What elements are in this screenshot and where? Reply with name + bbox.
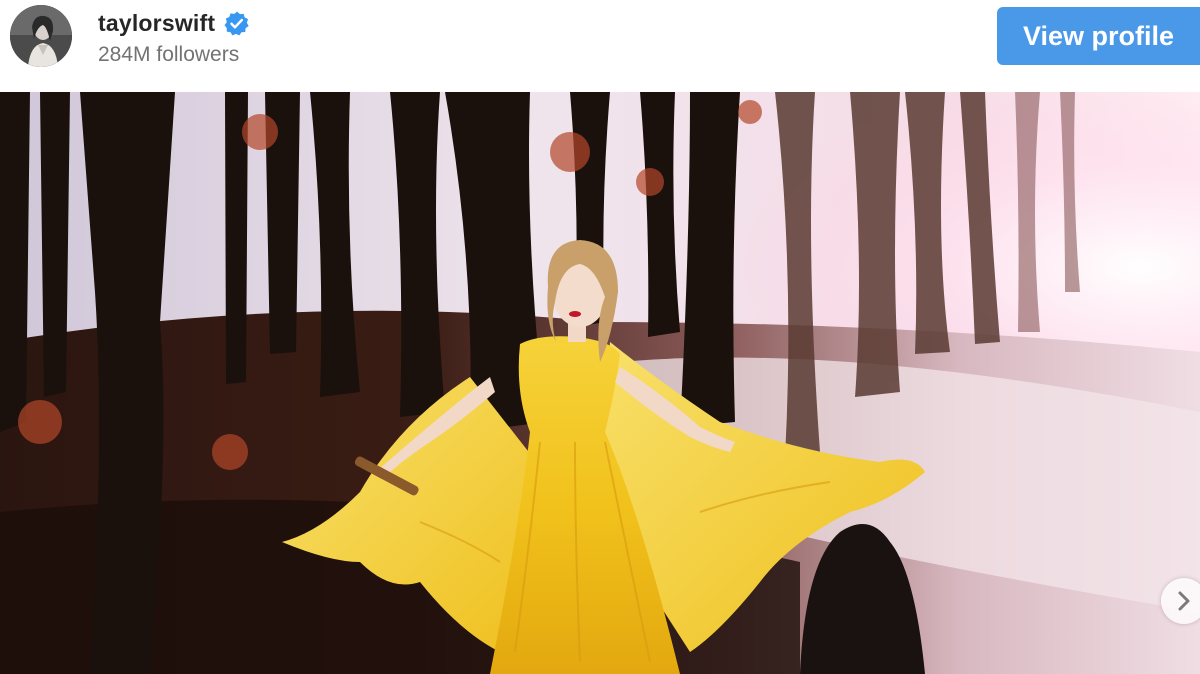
profile-avatar[interactable] [10, 5, 72, 67]
username-row: taylorswift [98, 8, 249, 38]
next-image-button[interactable] [1161, 578, 1200, 624]
post-photo[interactable] [0, 92, 1200, 674]
avatar-image [10, 5, 72, 67]
post-photo-illustration [0, 92, 1200, 674]
verified-badge-icon [224, 11, 249, 36]
post-header: taylorswift 284M followers View profile [0, 0, 1200, 92]
view-profile-button[interactable]: View profile [997, 7, 1200, 65]
username[interactable]: taylorswift [98, 10, 215, 37]
follower-count: 284M followers [98, 43, 240, 66]
chevron-right-icon [1178, 591, 1190, 611]
